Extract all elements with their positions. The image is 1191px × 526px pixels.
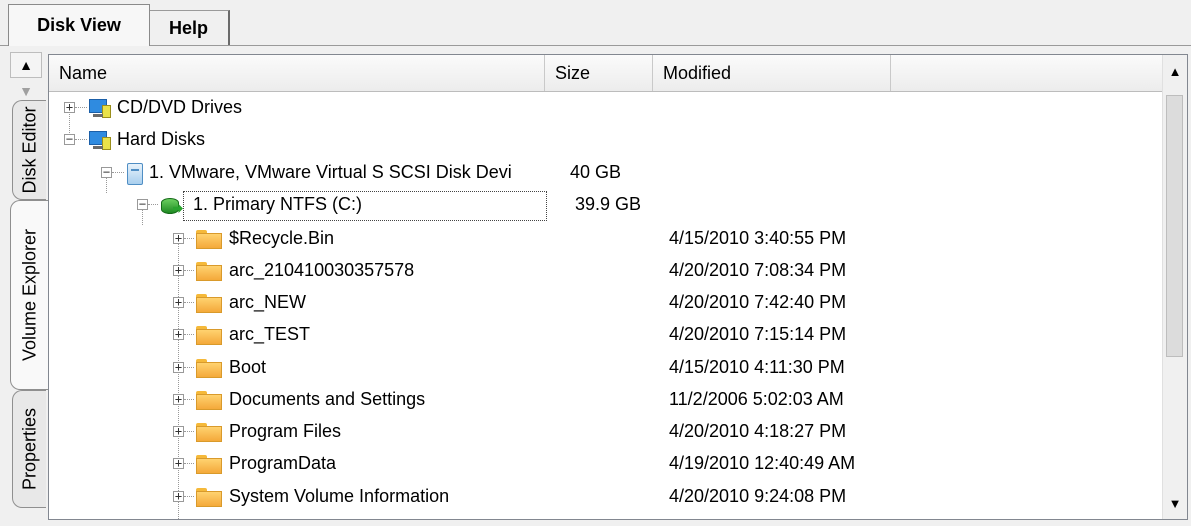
top-tab-bar: Disk View Help xyxy=(0,0,1191,48)
tree-item-label: 1. VMware, VMware Virtual S SCSI Disk De… xyxy=(149,162,512,182)
expand-icon[interactable]: + xyxy=(173,296,184,308)
tab-divider xyxy=(0,45,1191,46)
tree-item-modified: 4/20/2010 7:08:34 PM xyxy=(669,260,847,280)
folder-icon xyxy=(196,488,222,508)
scroll-down-arrow-icon[interactable]: ▼ xyxy=(1163,491,1187,515)
expand-icon[interactable]: + xyxy=(173,425,184,437)
tree-row-folder[interactable]: + arc_210410030357578 4/20/2010 7:08:34 … xyxy=(49,256,1165,288)
side-tab-disk-editor[interactable]: Disk Editor xyxy=(12,100,46,200)
collapse-icon[interactable]: − xyxy=(137,198,148,210)
expand-icon[interactable]: + xyxy=(173,264,184,276)
column-header: Name Size Modified xyxy=(49,55,1165,92)
folder-icon xyxy=(196,326,222,346)
side-tab-volume-explorer[interactable]: Volume Explorer xyxy=(10,200,48,390)
scroll-up-arrow-icon[interactable]: ▲ xyxy=(1163,59,1187,83)
tree-item-label: System Volume Information xyxy=(229,486,450,506)
column-header-empty xyxy=(891,55,1165,91)
tree-item-modified: 4/15/2010 3:40:55 PM xyxy=(669,228,847,248)
folder-icon xyxy=(196,294,222,314)
tree-row-disk-1[interactable]: − 1. VMware, VMware Virtual S SCSI Disk … xyxy=(49,158,1165,190)
tree-row-cd-dvd[interactable]: + CD/DVD Drives xyxy=(49,93,1165,125)
tab-help[interactable]: Help xyxy=(148,10,230,46)
tree-item-label: $Recycle.Bin xyxy=(229,228,335,248)
tree-item-modified: 4/19/2010 12:40:49 AM xyxy=(669,453,856,473)
expand-icon[interactable]: + xyxy=(64,101,75,113)
folder-icon xyxy=(196,230,222,250)
tree-item-label: 1. Primary NTFS (C:) xyxy=(193,194,362,214)
tree-item-label: ProgramData xyxy=(229,453,337,473)
collapse-icon[interactable]: − xyxy=(64,133,75,145)
tree-item-label: Documents and Settings xyxy=(229,389,426,409)
hard-disk-icon xyxy=(127,163,143,185)
tree-row-folder[interactable]: + ProgramData 4/19/2010 12:40:49 AM xyxy=(49,449,1165,481)
vertical-scrollbar[interactable]: ▲ ▼ xyxy=(1162,55,1187,519)
folder-icon xyxy=(196,423,222,443)
ntfs-volume-icon xyxy=(159,195,183,217)
side-tab-properties-label: Properties xyxy=(19,407,39,491)
expand-icon[interactable]: + xyxy=(173,328,184,340)
tree-row-folder[interactable]: + Program Files 4/20/2010 4:18:27 PM xyxy=(49,417,1165,449)
tree-item-label: arc_TEST xyxy=(229,324,311,344)
tree-item-label: CD/DVD Drives xyxy=(117,97,243,117)
column-header-modified[interactable]: Modified xyxy=(653,55,891,91)
side-tab-properties[interactable]: Properties xyxy=(12,390,46,508)
side-tab-volume-explorer-label: Volume Explorer xyxy=(19,228,39,362)
tree-item-modified: 4/15/2010 4:11:30 PM xyxy=(669,357,845,377)
folder-icon xyxy=(196,359,222,379)
side-tab-disk-editor-label: Disk Editor xyxy=(19,106,39,194)
computer-monitor-icon xyxy=(89,99,111,119)
tree-row-volume-c[interactable]: − 1. Primary NTFS (C:) 39.9 GB xyxy=(49,190,1165,222)
expand-icon[interactable]: + xyxy=(173,393,184,405)
collapse-icon[interactable]: − xyxy=(101,166,112,178)
folder-icon xyxy=(196,391,222,411)
tree-item-label: Hard Disks xyxy=(117,129,206,149)
volume-tree-panel: Name Size Modified ▲ ▼ + CD/DVD Drives −… xyxy=(48,54,1188,520)
scrollbar-thumb[interactable] xyxy=(1166,95,1183,357)
tree-item-label: arc_NEW xyxy=(229,292,307,312)
tree-item-label: Program Files xyxy=(229,421,342,441)
tree-item-label: arc_210410030357578 xyxy=(229,260,415,280)
tree-row-folder[interactable]: + arc_TEST 4/20/2010 7:15:14 PM xyxy=(49,320,1165,352)
tree-item-modified: 4/20/2010 7:42:40 PM xyxy=(669,292,847,312)
tree-row-folder[interactable]: + System Volume Information 4/20/2010 9:… xyxy=(49,482,1165,514)
tree-row-folder[interactable]: + arc_NEW 4/20/2010 7:42:40 PM xyxy=(49,288,1165,320)
tab-disk-view[interactable]: Disk View xyxy=(8,4,150,46)
tree-item-label: Boot xyxy=(229,357,267,377)
tree-row-hard-disks[interactable]: − Hard Disks xyxy=(49,125,1165,157)
column-header-size[interactable]: Size xyxy=(545,55,653,91)
tree-item-size: 39.9 GB xyxy=(574,194,641,214)
expand-icon[interactable]: + xyxy=(173,457,184,469)
computer-monitor-icon xyxy=(89,131,111,151)
tree-item-modified: 4/20/2010 4:18:27 PM xyxy=(669,421,847,441)
tree-item-modified: 11/2/2006 5:02:03 AM xyxy=(669,389,844,409)
side-tabs-scroll-up-button[interactable]: ▲ xyxy=(10,52,42,78)
folder-icon xyxy=(196,262,222,282)
expand-icon[interactable]: + xyxy=(173,490,184,502)
expand-icon[interactable]: + xyxy=(173,232,184,244)
tree-item-size: 40 GB xyxy=(569,162,621,182)
folder-icon xyxy=(196,455,222,475)
expand-icon[interactable]: + xyxy=(173,361,184,373)
column-header-name[interactable]: Name xyxy=(49,55,545,91)
tree-row-folder[interactable]: + $Recycle.Bin 4/15/2010 3:40:55 PM xyxy=(49,224,1165,256)
tree-row-folder[interactable]: + Boot 4/15/2010 4:11:30 PM xyxy=(49,353,1165,385)
tree-item-modified: 4/20/2010 7:15:14 PM xyxy=(669,324,847,344)
tree-row-folder[interactable]: + Documents and Settings 11/2/2006 5:02:… xyxy=(49,385,1165,417)
tree-item-modified: 4/20/2010 9:24:08 PM xyxy=(669,486,847,506)
